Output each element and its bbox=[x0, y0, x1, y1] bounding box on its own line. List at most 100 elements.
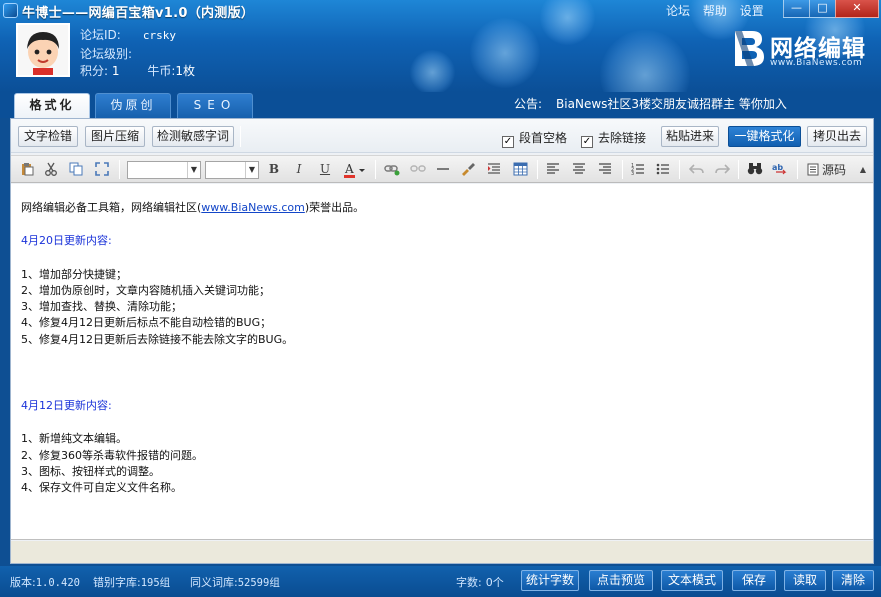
intro-suffix: )荣誉出品。 bbox=[304, 201, 365, 214]
version-info: 版本:1.0.420 bbox=[10, 574, 80, 590]
tab-pseudo-original[interactable]: 伪原创 bbox=[95, 93, 171, 118]
list-item: 3、图标、按钮样式的调整。 bbox=[21, 464, 160, 478]
underline-icon[interactable]: U bbox=[316, 161, 334, 178]
insert-link-icon[interactable] bbox=[383, 161, 401, 178]
clear-button[interactable]: 清除 bbox=[832, 570, 874, 591]
intro-link[interactable]: www.BiaNews.com bbox=[201, 201, 305, 214]
forum-id-value: crsky bbox=[142, 29, 176, 42]
align-right-icon[interactable] bbox=[596, 161, 614, 178]
logo-url: www.BiaNews.com bbox=[770, 58, 863, 68]
divider bbox=[738, 160, 739, 179]
indent-checkbox[interactable]: ✓ 段首空格 bbox=[502, 129, 567, 148]
font-color-icon[interactable]: A bbox=[342, 161, 368, 178]
source-code-label: 源码 bbox=[822, 163, 847, 177]
cartoon-face-icon bbox=[18, 25, 68, 75]
cut-icon[interactable] bbox=[42, 161, 60, 178]
table-icon[interactable] bbox=[511, 161, 529, 178]
settings-link[interactable]: 设置 bbox=[740, 4, 764, 18]
find-binoculars-icon[interactable] bbox=[746, 161, 764, 178]
header-bokeh bbox=[470, 18, 540, 88]
remove-links-checkbox[interactable]: ✓ 去除链接 bbox=[581, 129, 646, 148]
horizontal-rule-icon[interactable] bbox=[434, 161, 452, 178]
paste-in-button[interactable]: 粘贴进来 bbox=[661, 126, 719, 147]
list-item: 2、修复360等杀毒软件报错的问题。 bbox=[21, 448, 203, 462]
help-link[interactable]: 帮助 bbox=[703, 4, 727, 18]
synonym-label: 同义词库: bbox=[190, 576, 238, 589]
font-family-select[interactable]: ▼ bbox=[127, 161, 201, 179]
collapse-toolbar-icon[interactable]: ▲ bbox=[857, 161, 869, 178]
minimize-button[interactable]: — bbox=[783, 0, 810, 18]
list-item: 4、修复4月12日更新后标点不能自动检错的BUG； bbox=[21, 316, 272, 330]
list-item: 4、保存文件可自定义文件名称。 bbox=[21, 481, 182, 495]
source-code-button[interactable]: 源码 bbox=[807, 161, 846, 178]
rich-text-editor[interactable]: 网络编辑必备工具箱，网络编辑社区(www.BiaNews.com)荣誉出品。 4… bbox=[11, 184, 873, 540]
footer-bar: 版本:1.0.420 错别字库:195组 同义词库:52599组 字数: 0个 统… bbox=[0, 566, 881, 597]
maximize-button[interactable]: □ bbox=[809, 0, 836, 18]
close-button[interactable]: ✕ bbox=[835, 0, 879, 18]
align-center-icon[interactable] bbox=[570, 161, 588, 178]
unordered-list-icon[interactable] bbox=[654, 161, 672, 178]
paragraph-format-icon[interactable] bbox=[485, 161, 503, 178]
points-value: 1 bbox=[111, 64, 120, 78]
replace-icon[interactable]: ab bbox=[771, 161, 789, 178]
document-icon bbox=[807, 163, 819, 176]
list-item: 1、增加部分快捷键； bbox=[21, 267, 127, 281]
redo-icon[interactable] bbox=[713, 161, 731, 178]
font-size-select[interactable]: ▼ bbox=[205, 161, 259, 179]
read-button[interactable]: 读取 bbox=[784, 570, 826, 591]
count-chars-button[interactable]: 统计字数 bbox=[521, 570, 579, 591]
text-check-button[interactable]: 文字检错 bbox=[18, 126, 78, 147]
divider bbox=[622, 160, 623, 179]
indent-label: 段首空格 bbox=[519, 131, 568, 145]
copy-out-button[interactable]: 拷贝出去 bbox=[807, 126, 867, 147]
intro-prefix: 网络编辑必备工具箱，网络编辑社区( bbox=[21, 201, 202, 214]
chevron-down-icon: ▼ bbox=[187, 162, 200, 178]
bold-icon[interactable]: B bbox=[265, 161, 283, 178]
checkbox-checked-icon[interactable]: ✓ bbox=[581, 136, 593, 148]
window-controls: — □ ✕ bbox=[783, 0, 879, 18]
copy-icon[interactable] bbox=[67, 161, 85, 178]
image-compress-button[interactable]: 图片压缩 bbox=[85, 126, 145, 147]
list-item: 2、增加伪原创时，文章内容随机插入关键词功能； bbox=[21, 283, 270, 297]
header-bokeh bbox=[600, 30, 690, 92]
title-bar[interactable]: 牛博士——网编百宝箱v1.0（内测版） 论坛 帮助 设置 — □ ✕ bbox=[0, 0, 881, 22]
ordered-list-icon[interactable]: 123 bbox=[629, 161, 647, 178]
clear-format-brush-icon[interactable] bbox=[459, 161, 477, 178]
divider bbox=[537, 160, 538, 179]
forum-link[interactable]: 论坛 bbox=[666, 4, 690, 18]
align-left-icon[interactable] bbox=[544, 161, 562, 178]
action-row: 文字检错 图片压缩 检测敏感字词 ✓ 段首空格 ✓ 去除链接 粘贴进来 一键格式化 … bbox=[11, 119, 873, 153]
char-count-label: 字数: bbox=[456, 576, 482, 589]
tab-format[interactable]: 格式化 bbox=[14, 93, 90, 118]
app-icon bbox=[3, 3, 18, 18]
fullscreen-icon[interactable] bbox=[93, 161, 111, 178]
avatar[interactable] bbox=[16, 23, 70, 77]
unlink-icon[interactable] bbox=[409, 161, 427, 178]
section-title: 4月12日更新内容: bbox=[21, 399, 112, 413]
paste-icon[interactable] bbox=[18, 161, 36, 178]
error-dict-value: 195组 bbox=[140, 577, 171, 589]
tab-seo[interactable]: SEO bbox=[177, 93, 253, 118]
coins-value: 1枚 bbox=[175, 64, 196, 78]
intro-line: 网络编辑必备工具箱，网络编辑社区(www.BiaNews.com)荣誉出品。 bbox=[21, 200, 364, 216]
forum-level-row: 论坛级别: bbox=[80, 45, 132, 62]
svg-text:ab: ab bbox=[772, 163, 783, 172]
italic-icon[interactable]: I bbox=[290, 161, 308, 178]
error-dict-label: 错别字库: bbox=[93, 576, 141, 589]
undo-icon[interactable] bbox=[687, 161, 705, 178]
editor-content[interactable]: 网络编辑必备工具箱，网络编辑社区(www.BiaNews.com)荣誉出品。 4… bbox=[21, 200, 364, 497]
format-all-button[interactable]: 一键格式化 bbox=[728, 126, 801, 147]
preview-button[interactable]: 点击预览 bbox=[589, 570, 653, 591]
error-dict-info: 错别字库:195组 bbox=[93, 574, 170, 590]
version-value: 1.0.420 bbox=[35, 577, 80, 589]
notice-text[interactable]: BiaNews社区3楼交朋友诚招群主 等你加入 bbox=[556, 97, 787, 111]
save-button[interactable]: 保存 bbox=[732, 570, 776, 591]
checkbox-checked-icon[interactable]: ✓ bbox=[502, 136, 514, 148]
list-item: 1、新增纯文本编辑。 bbox=[21, 432, 127, 446]
text-mode-button[interactable]: 文本模式 bbox=[661, 570, 723, 591]
sensitive-check-button[interactable]: 检测敏感字词 bbox=[152, 126, 234, 147]
editor-toolbar: ▼ ▼ B I U A 1 2 3 ab 源码 ▲ bbox=[11, 155, 873, 183]
divider bbox=[797, 160, 798, 179]
